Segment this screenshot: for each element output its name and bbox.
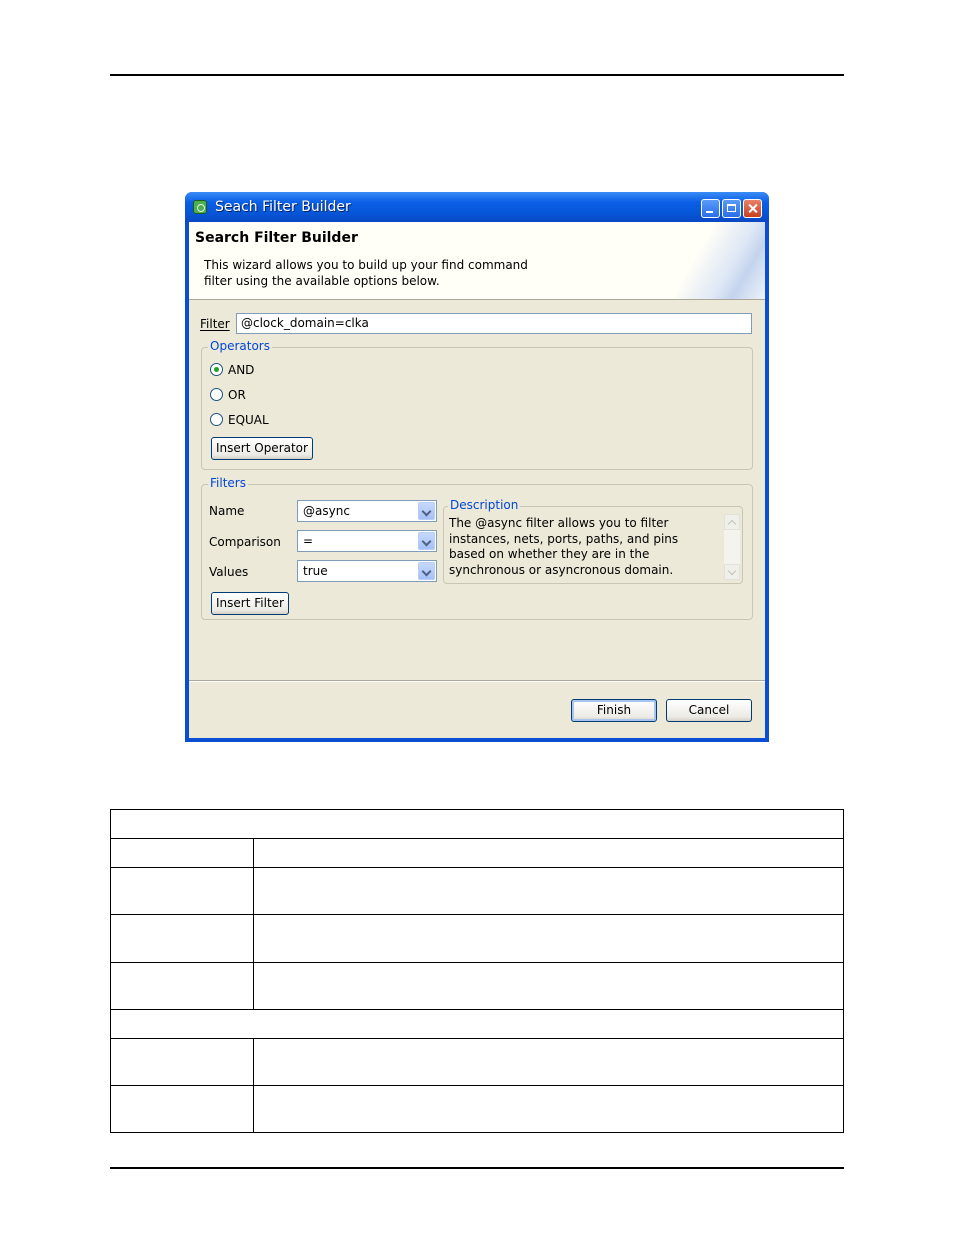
radio-or[interactable] bbox=[210, 388, 223, 401]
comparison-label: Comparison bbox=[209, 535, 281, 549]
operators-group-title: Operators bbox=[208, 339, 272, 353]
table-cell bbox=[253, 914, 844, 963]
table-cell bbox=[110, 1038, 254, 1086]
scroll-up-icon[interactable] bbox=[724, 514, 740, 530]
table-row bbox=[110, 1009, 844, 1039]
name-combo-value: @async bbox=[303, 504, 350, 518]
table-cell bbox=[110, 867, 254, 915]
table-cell bbox=[110, 914, 254, 963]
radio-and[interactable] bbox=[210, 363, 223, 376]
values-label: Values bbox=[209, 565, 249, 579]
header-rule bbox=[110, 74, 844, 76]
scroll-down-icon[interactable] bbox=[724, 564, 740, 580]
banner-graphic bbox=[675, 222, 765, 299]
radio-equal-label: EQUAL bbox=[228, 413, 269, 427]
table-row bbox=[110, 838, 844, 868]
options-table bbox=[110, 809, 844, 1133]
description-text: The @async filter allows you to filter i… bbox=[449, 516, 679, 577]
description-scrollbar[interactable] bbox=[724, 514, 740, 580]
table-cell bbox=[110, 809, 844, 839]
finish-button[interactable]: Finish bbox=[571, 699, 657, 722]
table-cell bbox=[253, 838, 844, 868]
filter-label: Filter bbox=[200, 317, 230, 331]
table-cell bbox=[110, 1085, 254, 1133]
chevron-down-icon[interactable] bbox=[418, 502, 435, 520]
table-row bbox=[110, 962, 844, 1010]
dialog-client: Search Filter Builder This wizard allows… bbox=[189, 222, 765, 738]
filter-input[interactable]: @clock_domain=clka bbox=[236, 313, 752, 334]
chevron-down-icon[interactable] bbox=[418, 562, 435, 580]
description-group: Description The @async filter allows you… bbox=[443, 498, 743, 584]
title-bar[interactable]: Seach Filter Builder bbox=[185, 192, 769, 222]
radio-equal[interactable] bbox=[210, 413, 223, 426]
comparison-combo[interactable]: = bbox=[297, 530, 437, 552]
footer-rule bbox=[110, 1167, 844, 1169]
banner-description: This wizard allows you to build up your … bbox=[204, 258, 528, 288]
values-combo-value: true bbox=[303, 564, 328, 578]
table-row bbox=[110, 914, 844, 963]
insert-operator-button[interactable]: Insert Operator bbox=[211, 437, 313, 460]
table-row bbox=[110, 867, 844, 915]
button-separator bbox=[189, 680, 765, 682]
banner-title: Search Filter Builder bbox=[195, 230, 358, 246]
insert-filter-button[interactable]: Insert Filter bbox=[211, 592, 289, 615]
dialog-window: Seach Filter Builder Search Filter Build… bbox=[185, 192, 769, 742]
radio-and-label: AND bbox=[228, 363, 255, 377]
cancel-button[interactable]: Cancel bbox=[666, 699, 752, 722]
radio-or-label: OR bbox=[228, 388, 246, 402]
table-cell bbox=[253, 962, 844, 1010]
app-icon bbox=[193, 200, 207, 214]
name-label: Name bbox=[209, 504, 245, 518]
table-cell bbox=[253, 1085, 844, 1133]
maximize-icon[interactable] bbox=[722, 199, 741, 218]
close-icon[interactable] bbox=[743, 199, 762, 218]
wizard-banner: Search Filter Builder This wizard allows… bbox=[189, 222, 765, 300]
table-row bbox=[110, 1038, 844, 1086]
table-cell bbox=[253, 867, 844, 915]
minimize-icon[interactable] bbox=[701, 199, 720, 218]
filters-group-title: Filters bbox=[208, 476, 248, 490]
values-combo[interactable]: true bbox=[297, 560, 437, 582]
chevron-down-icon[interactable] bbox=[418, 532, 435, 550]
table-row bbox=[110, 809, 844, 839]
table-cell bbox=[110, 1009, 844, 1039]
table-cell bbox=[253, 1038, 844, 1086]
window-title: Seach Filter Builder bbox=[215, 199, 351, 215]
description-title: Description bbox=[448, 498, 521, 512]
table-cell bbox=[110, 962, 254, 1010]
name-combo[interactable]: @async bbox=[297, 500, 437, 522]
table-cell bbox=[110, 838, 254, 868]
comparison-combo-value: = bbox=[303, 534, 314, 548]
table-row bbox=[110, 1085, 844, 1133]
